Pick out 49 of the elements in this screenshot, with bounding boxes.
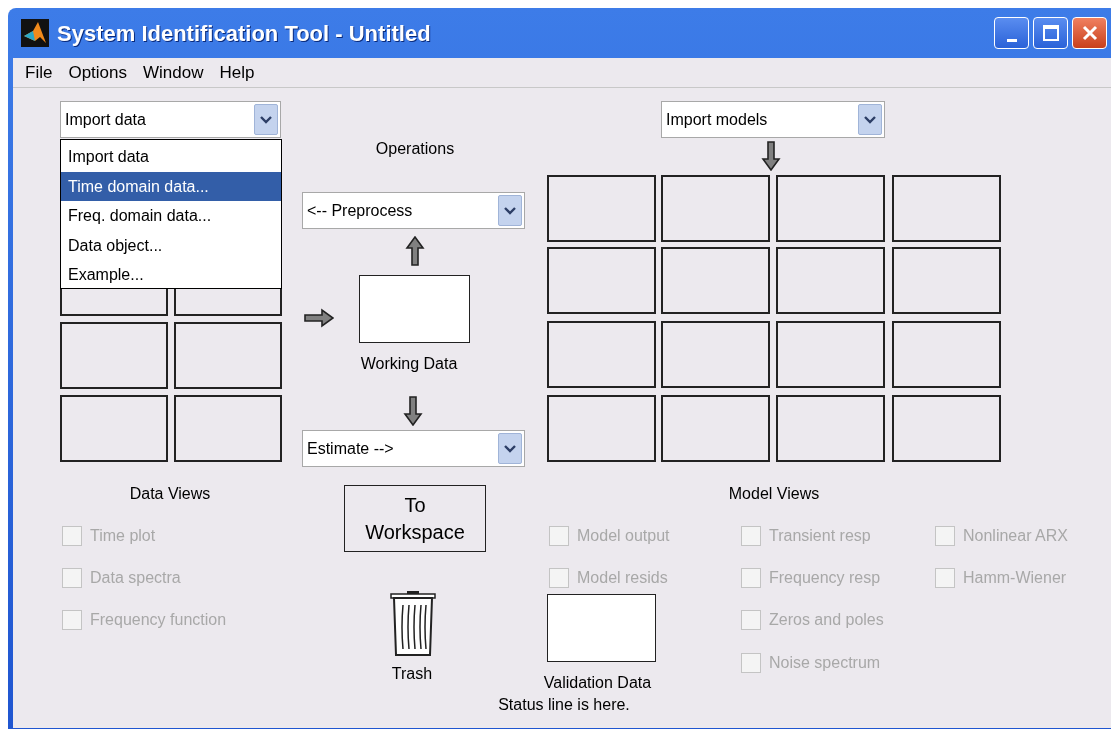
to-workspace-button[interactable]: To Workspace	[344, 485, 486, 552]
import-data-dropdown[interactable]: Import data	[60, 101, 281, 138]
import-models-dropdown[interactable]: Import models	[661, 101, 885, 138]
down-arrow-icon	[403, 396, 423, 426]
close-button[interactable]	[1072, 17, 1107, 49]
chevron-down-icon	[259, 114, 273, 125]
chevron-down-icon	[503, 443, 517, 454]
dropdown-menu-item[interactable]: Example...	[61, 260, 281, 290]
section-label: Operations	[374, 139, 456, 159]
dropdown-menu-item[interactable]: Import data	[61, 142, 281, 172]
window-title: System Identification Tool - Untitled	[57, 19, 431, 48]
status-line: Status line is here.	[497, 695, 631, 715]
checkbox-label: Frequency function	[90, 610, 227, 630]
maximize-button[interactable]	[1033, 17, 1068, 49]
validation-data-label: Validation Data	[542, 673, 653, 693]
checkbox-label: Model output	[577, 526, 670, 546]
working-data-label: Working Data	[359, 354, 459, 374]
close-icon	[1080, 24, 1099, 42]
checkbox-label: Hamm-Wiener	[963, 568, 1067, 588]
right-arrow-icon	[304, 308, 334, 328]
checkbox-label: Time plot	[90, 526, 156, 546]
dropdown-menu-item[interactable]: Freq. domain data...	[61, 201, 281, 231]
estimate-dropdown[interactable]: Estimate -->	[302, 430, 525, 467]
chevron-down-icon	[863, 114, 877, 125]
checkbox-label: Data spectra	[90, 568, 181, 588]
checkbox-label: Zeros and poles	[769, 610, 884, 630]
chevron-down-icon	[503, 205, 517, 216]
checkbox-label: Model resids	[577, 568, 668, 588]
menu-item[interactable]: Options	[60, 59, 135, 86]
checkbox-label: Transient resp	[769, 526, 871, 546]
dropdown-menu-item[interactable]: Time domain data...	[61, 171, 281, 201]
section-label: Model Views	[727, 484, 821, 504]
menu-item[interactable]: File	[17, 59, 61, 86]
trash-label: Trash	[390, 664, 434, 684]
preprocess-dropdown[interactable]: <-- Preprocess	[302, 192, 525, 229]
checkbox-label: Nonlinear ARX	[963, 526, 1068, 546]
app-logo-icon	[21, 19, 49, 47]
checkbox-label: Frequency resp	[769, 568, 881, 588]
menu-item[interactable]: Help	[211, 59, 263, 86]
minimize-button[interactable]	[994, 17, 1029, 49]
trash-can-icon	[389, 589, 437, 659]
minimize-icon	[1006, 38, 1017, 42]
dropdown-menu-item[interactable]: Data object...	[61, 230, 281, 260]
checkbox-label: Noise spectrum	[769, 653, 881, 673]
menu-item[interactable]: Window	[135, 59, 212, 86]
down-arrow-icon	[761, 141, 781, 171]
section-label: Data Views	[128, 484, 212, 504]
maximize-icon	[1041, 24, 1060, 42]
up-arrow-icon	[405, 236, 425, 266]
